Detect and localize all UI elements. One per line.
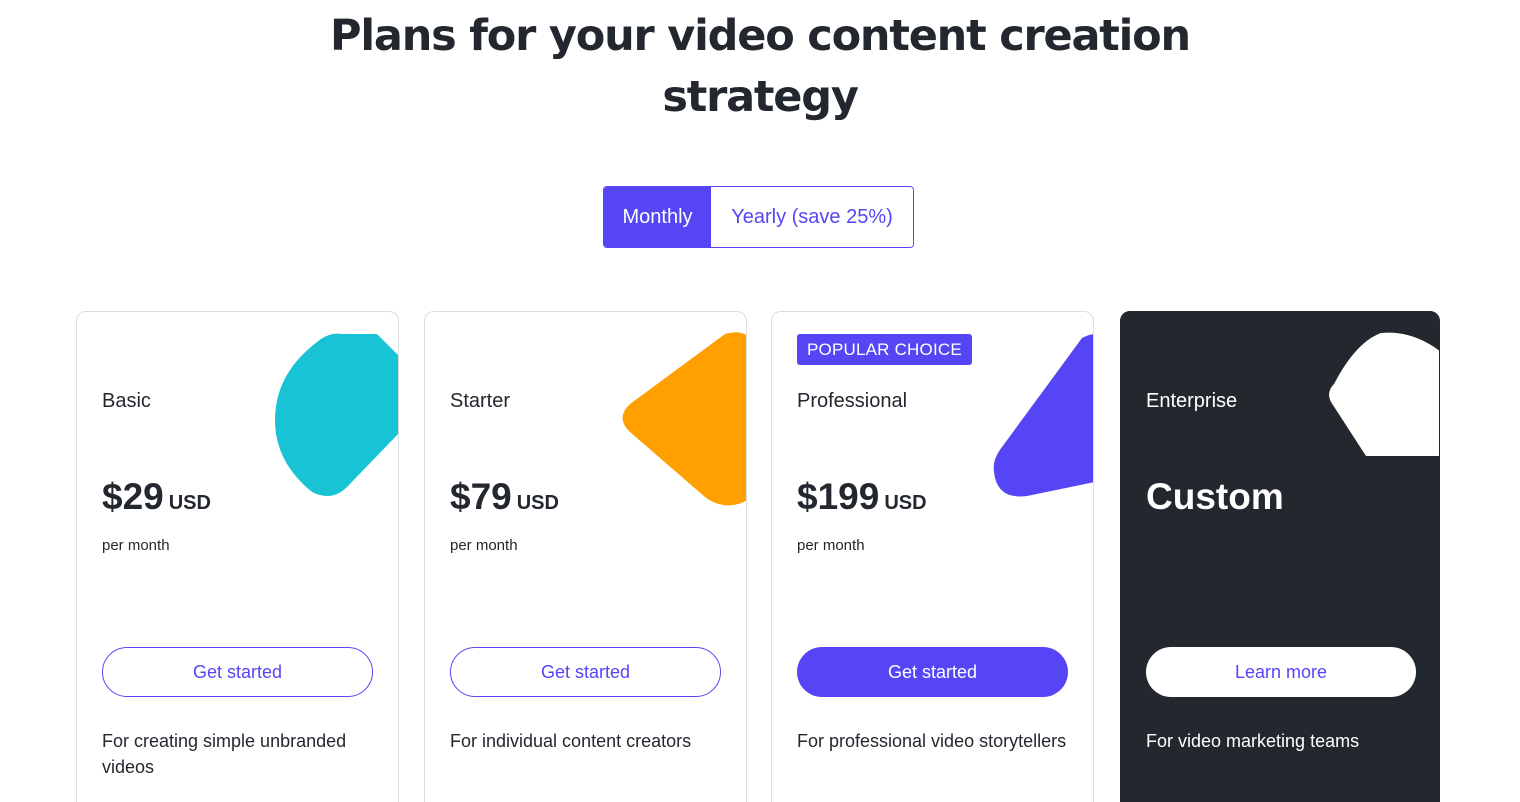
billing-period-label: per month bbox=[102, 537, 170, 554]
price-row: $29 USD bbox=[102, 476, 211, 518]
pricing-page: Plans for your video content creation st… bbox=[0, 0, 1520, 802]
page-title-line-1: Plans for your video content creation bbox=[330, 11, 1191, 61]
plan-card-basic: Basic $29 USD per month Get started For … bbox=[76, 311, 399, 802]
plan-name: Basic bbox=[102, 390, 151, 412]
popular-choice-badge: POPULAR CHOICE bbox=[797, 334, 972, 365]
get-started-button[interactable]: Get started bbox=[450, 647, 721, 697]
page-title-line-2: strategy bbox=[662, 72, 859, 122]
billing-period-toggle: Monthly Yearly (save 25%) bbox=[603, 186, 914, 248]
plan-price: $29 bbox=[102, 476, 164, 517]
plan-price: Custom bbox=[1146, 476, 1284, 517]
plan-card-starter: Starter $79 USD per month Get started Fo… bbox=[424, 311, 747, 802]
billing-period-label: per month bbox=[797, 537, 865, 554]
plan-description: For professional video storytellers bbox=[797, 731, 1067, 751]
price-row: $79 USD bbox=[450, 476, 559, 518]
plan-currency: USD bbox=[884, 492, 927, 514]
learn-more-button[interactable]: Learn more bbox=[1146, 647, 1416, 697]
yearly-toggle-option[interactable]: Yearly (save 25%) bbox=[711, 187, 913, 247]
price-row: $199 USD bbox=[797, 476, 927, 518]
plan-description: For creating simple unbranded videos bbox=[102, 731, 347, 777]
plan-description: For video marketing teams bbox=[1146, 731, 1360, 751]
plan-price: $79 bbox=[450, 476, 512, 517]
plan-currency: USD bbox=[516, 492, 559, 514]
get-started-button[interactable]: Get started bbox=[102, 647, 373, 697]
plan-card-enterprise: Enterprise Custom Learn more For video m… bbox=[1120, 311, 1440, 802]
billing-period-label: per month bbox=[450, 537, 518, 554]
plan-price: $199 bbox=[797, 476, 880, 517]
plan-name: Enterprise bbox=[1146, 390, 1238, 412]
get-started-button[interactable]: Get started bbox=[797, 647, 1068, 697]
plan-description: For individual content creators bbox=[450, 731, 692, 751]
page-title: Plans for your video content creation st… bbox=[0, 6, 1520, 128]
plan-name: Starter bbox=[450, 390, 511, 412]
plan-currency: USD bbox=[168, 492, 211, 514]
monthly-toggle-option[interactable]: Monthly bbox=[604, 187, 711, 247]
plan-name: Professional bbox=[797, 390, 908, 412]
plan-card-professional: POPULAR CHOICE Professional $199 USD per… bbox=[771, 311, 1094, 802]
